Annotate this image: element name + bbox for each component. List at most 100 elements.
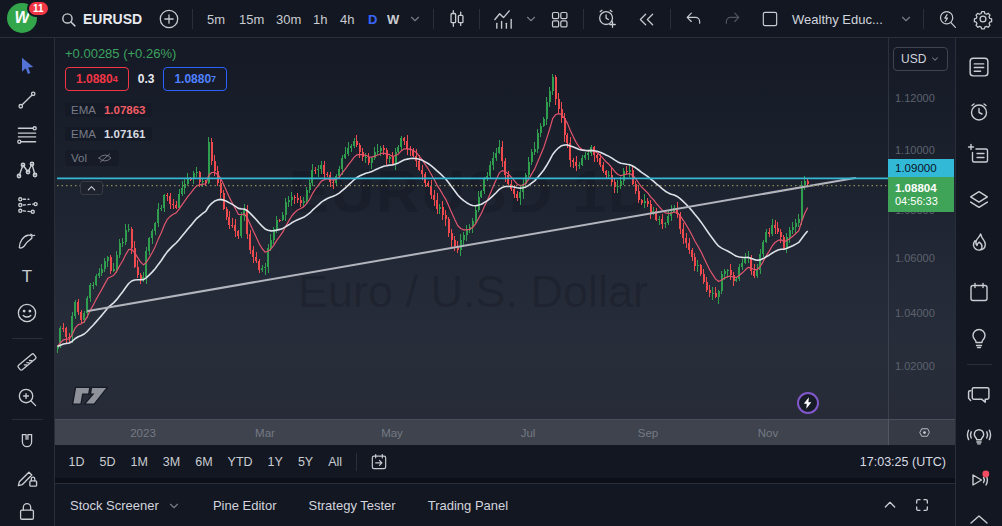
range-5d[interactable]: 5D	[99, 455, 115, 469]
drawing-toolbar: T	[0, 38, 55, 526]
timeframe-1d[interactable]: D	[368, 0, 377, 38]
chart-style-button[interactable]	[446, 0, 468, 38]
indicators-dropdown-icon[interactable]	[524, 0, 538, 38]
maximize-panel-icon[interactable]	[914, 497, 930, 513]
vol-label: Vol	[71, 152, 87, 164]
ideas-icon[interactable]	[967, 326, 991, 350]
price-label: 1.10000	[895, 144, 935, 156]
divider	[12, 419, 43, 420]
time-label: Mar	[255, 427, 275, 439]
time-label: 2023	[130, 427, 156, 439]
broadcast-ideas-icon[interactable]	[966, 424, 993, 451]
price-label: 1.06000	[895, 252, 935, 264]
compare-add-button[interactable]	[158, 0, 180, 38]
tab-stock-screener[interactable]: Stock Screener	[70, 498, 159, 513]
axis-settings-icon[interactable]	[917, 425, 932, 440]
price-label: 1.04000	[895, 307, 935, 319]
boost-badge[interactable]	[797, 392, 819, 414]
chat-icon[interactable]	[967, 383, 992, 408]
sell-button[interactable]: 1.08804	[65, 67, 129, 91]
time-label: May	[381, 427, 403, 439]
time-axis[interactable]: 2023 Mar May Jul Sep Nov	[55, 419, 955, 445]
lock-all-tool[interactable]	[16, 500, 38, 522]
notification-badge: 11	[27, 0, 50, 17]
timeframe-1w[interactable]: W	[387, 0, 399, 38]
quick-search-button[interactable]	[937, 0, 958, 38]
replay-button[interactable]	[636, 0, 657, 38]
collapse-line-button[interactable]	[80, 181, 103, 195]
go-to-date-button[interactable]	[369, 452, 389, 472]
streams-icon[interactable]	[966, 467, 992, 493]
tradingview-logo[interactable]	[68, 383, 124, 409]
collapse-panel-icon[interactable]	[882, 497, 898, 513]
range-3m[interactable]: 3M	[163, 455, 180, 469]
layout-grid-button[interactable]	[549, 0, 570, 38]
range-1d[interactable]: 1D	[69, 455, 85, 469]
separator	[479, 9, 480, 29]
separator	[583, 9, 584, 29]
layout-dropdown-icon[interactable]	[899, 0, 913, 38]
timeframe-5m[interactable]: 5m	[207, 0, 225, 38]
drawing-lock-tool[interactable]	[16, 466, 39, 489]
symbol-search[interactable]: EURUSD	[83, 0, 142, 38]
range-ytd[interactable]: YTD	[228, 455, 253, 469]
cursor-tool[interactable]	[17, 56, 37, 76]
screener-dropdown-icon[interactable]	[167, 499, 181, 513]
magnet-tool[interactable]	[16, 431, 38, 453]
timeframe-dropdown-icon[interactable]	[408, 0, 422, 38]
text-tool[interactable]: T	[22, 267, 32, 287]
notes-icon[interactable]	[967, 143, 991, 167]
timeframe-15m[interactable]: 15m	[239, 0, 264, 38]
price-change: +0.00285 (+0.26%)	[65, 46, 227, 61]
alerts-icon[interactable]	[967, 100, 991, 124]
axis-corner	[888, 420, 955, 446]
forecast-tool[interactable]	[16, 195, 39, 218]
emoji-tool[interactable]	[16, 302, 39, 325]
help-icon[interactable]	[967, 509, 991, 526]
range-6m[interactable]: 6M	[195, 455, 212, 469]
separator	[923, 9, 924, 29]
price-axis[interactable]: USD 1.12000 1.10000 1.08000 1.06000 1.04…	[888, 38, 955, 419]
layout-select-icon[interactable]	[760, 0, 780, 38]
fib-tool[interactable]	[16, 124, 39, 147]
calendar-icon[interactable]	[967, 280, 991, 304]
timeframe-30m[interactable]: 30m	[276, 0, 301, 38]
tab-strategy-tester[interactable]: Strategy Tester	[308, 498, 395, 513]
range-1y[interactable]: 1Y	[268, 455, 283, 469]
price-label: 1.02000	[895, 360, 935, 372]
trendline-tool[interactable]	[16, 89, 39, 112]
brush-tool[interactable]	[16, 230, 39, 253]
range-5y[interactable]: 5Y	[298, 455, 313, 469]
clock-utc[interactable]: 17:03:25 (UTC)	[860, 455, 946, 469]
redo-button[interactable]	[723, 0, 743, 38]
eye-off-icon[interactable]	[97, 151, 113, 165]
currency-toggle[interactable]: USD	[893, 47, 948, 71]
range-1m[interactable]: 1M	[130, 455, 147, 469]
zoom-in-tool[interactable]	[16, 386, 39, 409]
tab-trading-panel[interactable]: Trading Panel	[428, 498, 508, 513]
time-label: Jul	[521, 427, 536, 439]
divider	[967, 364, 992, 365]
ema-label: EMA	[71, 104, 96, 116]
hotlist-icon[interactable]	[967, 231, 991, 255]
timeframe-4h[interactable]: 4h	[340, 0, 354, 38]
symbol-search-icon[interactable]	[60, 0, 77, 38]
current-price-tag: 1.08804 04:56:33	[888, 177, 954, 212]
alert-add-button[interactable]	[596, 0, 618, 38]
range-all[interactable]: All	[328, 455, 342, 469]
bottom-tabs: Stock Screener Pine Editor Strategy Test…	[55, 483, 955, 526]
separator	[670, 9, 671, 29]
timeframe-1h[interactable]: 1h	[313, 0, 327, 38]
range-bar: 1D 5D 1M 3M 6M YTD 1Y 5Y All 17:03:25 (U…	[55, 445, 955, 478]
settings-button[interactable]	[972, 0, 994, 38]
watchlist-icon[interactable]	[967, 55, 992, 80]
undo-button[interactable]	[683, 0, 703, 38]
indicators-button[interactable]	[492, 0, 515, 38]
buy-button[interactable]: 1.08807	[163, 67, 227, 91]
layout-select-name[interactable]: Wealthy Educ...	[792, 0, 883, 38]
measure-tool[interactable]	[16, 351, 39, 374]
chart-area[interactable]: EURUSD 1D Euro / U.S. Dollar +0.00285 (+…	[55, 38, 955, 419]
tab-pine-editor[interactable]: Pine Editor	[213, 498, 277, 513]
pattern-tool[interactable]	[15, 158, 39, 182]
object-tree-icon[interactable]	[967, 188, 992, 213]
